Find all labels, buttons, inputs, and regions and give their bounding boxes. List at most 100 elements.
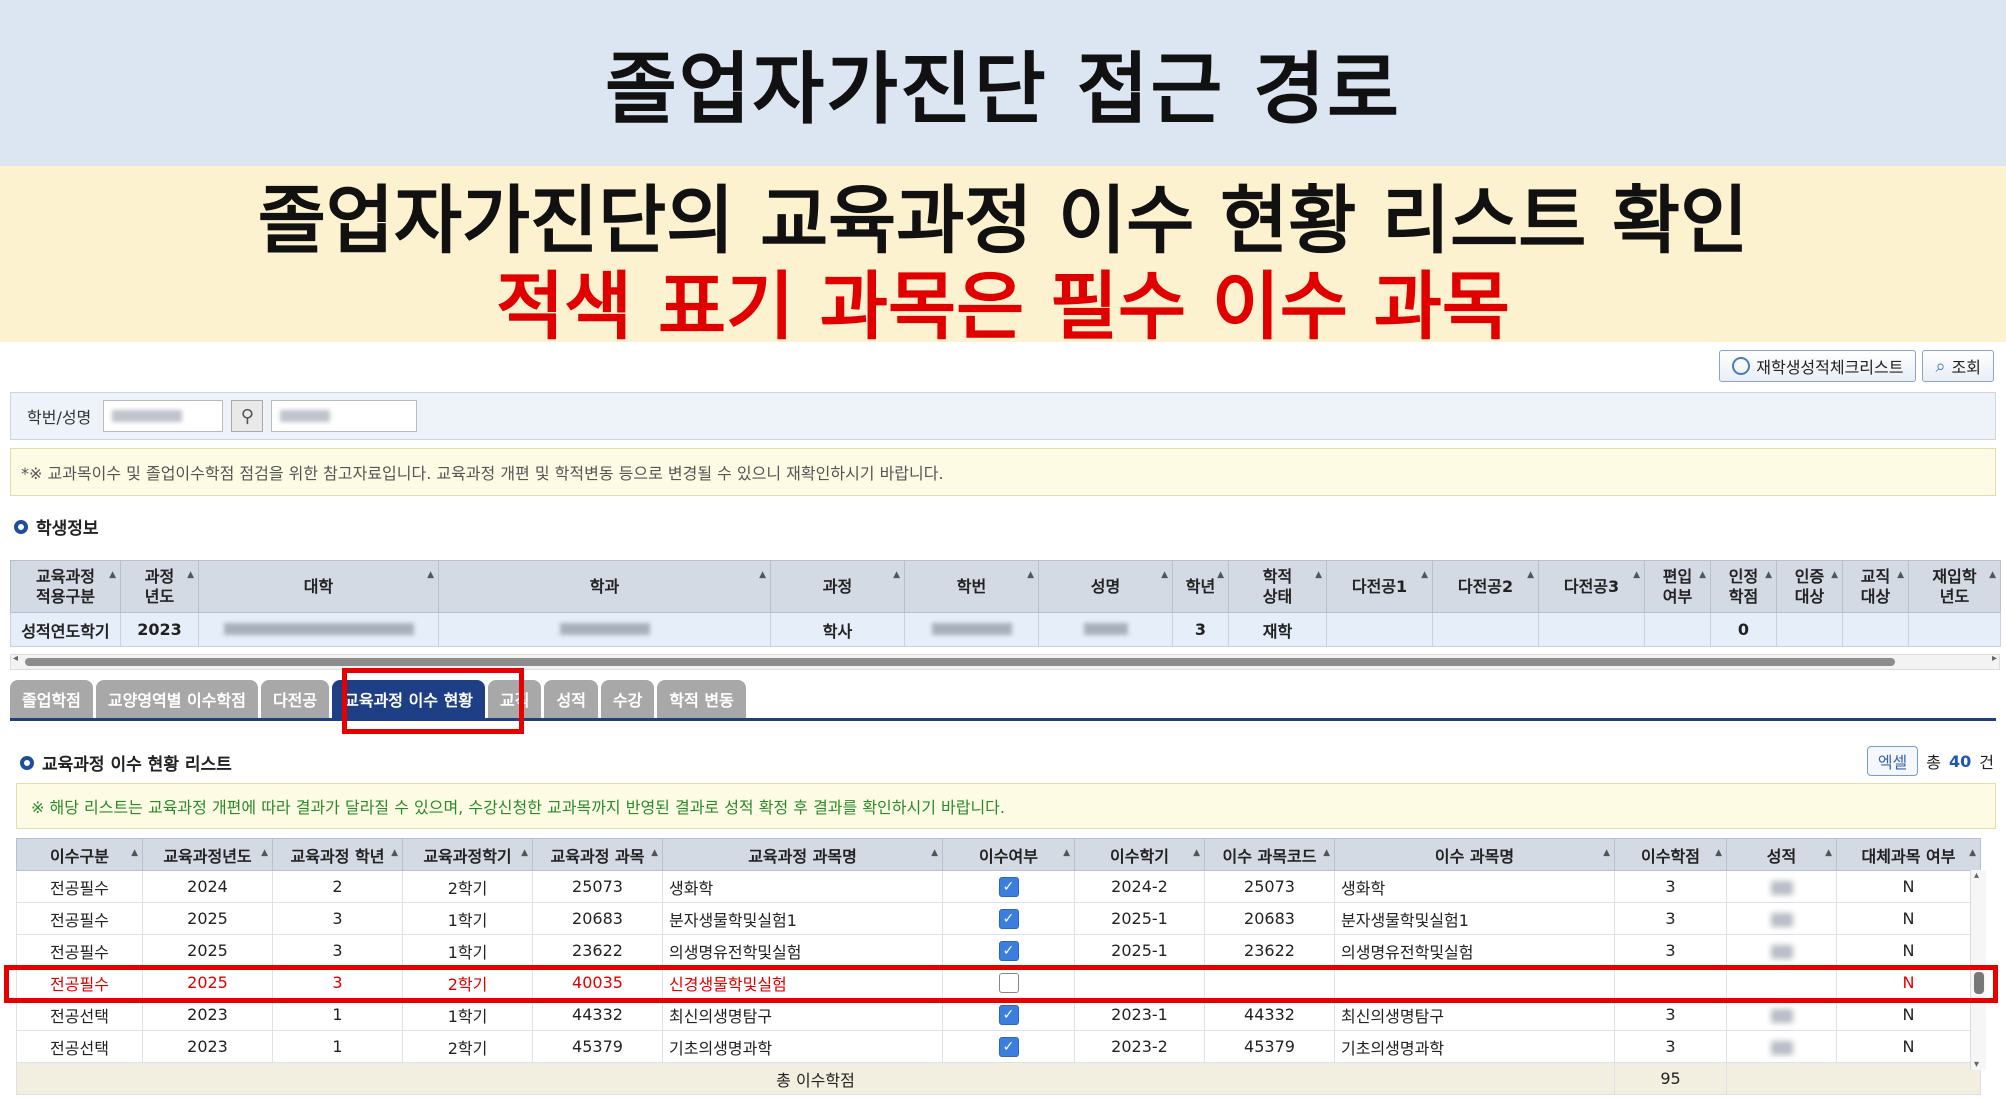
student-name-input[interactable] xyxy=(271,400,418,432)
title-banner: 졸업자가진단 접근 경로 xyxy=(0,0,2006,166)
magnifier-icon: ⚲ xyxy=(240,405,254,427)
cell-div: 전공필수 xyxy=(16,934,143,967)
curriculum-col-header[interactable]: 교육과정 학년 xyxy=(272,838,403,871)
list-notice: ※ 해당 리스트는 교육과정 개편에 따라 결과가 달라질 수 있으며, 수강신… xyxy=(16,783,1996,829)
student-data-row[interactable]: 성적연도학기 2023 학사 3 재학 0 xyxy=(10,612,2001,647)
scroll-up-icon[interactable]: ▴ xyxy=(1974,870,1979,881)
cell-cgrade: 3 xyxy=(272,902,403,935)
cell-credit: 3 xyxy=(1614,998,1727,1031)
search-bar: 학번/성명 ⚲ xyxy=(10,392,1996,440)
curriculum-col-header[interactable]: 교육과정 과목 xyxy=(532,838,663,871)
student-col-header[interactable]: 학번 xyxy=(904,560,1039,613)
table-row[interactable]: 전공필수 2025 3 1학기 20683 분자생물학및실험1 ✓ 2025-1 20683 분자… xyxy=(16,902,1981,935)
completion-checkbox[interactable]: ✓ xyxy=(998,1004,1019,1025)
scroll-down-icon[interactable]: ▾ xyxy=(1974,1059,1979,1070)
tab-item[interactable]: 교양영역별 이수학점 xyxy=(95,680,258,718)
checklist-button[interactable]: 재학생성적체크리스트 xyxy=(1719,350,1917,382)
teaching-target-cell xyxy=(1842,612,1909,647)
excel-button[interactable]: 엑셀 xyxy=(1866,746,1919,776)
student-col-header[interactable]: 편입 여부 xyxy=(1644,560,1711,613)
student-col-header[interactable]: 대학 xyxy=(198,560,439,613)
student-col-header[interactable]: 다전공3 xyxy=(1538,560,1645,613)
cell-credit: 3 xyxy=(1614,934,1727,967)
cell-name: 의생명유전학및실험 xyxy=(662,934,943,967)
cell-csem: 1학기 xyxy=(402,998,533,1031)
list-count-area: 엑셀 총 40 건 xyxy=(1866,746,1994,776)
student-id-label: 학번/성명 xyxy=(27,408,92,427)
student-id-cell xyxy=(904,612,1039,647)
student-col-header[interactable]: 성명 xyxy=(1038,560,1173,613)
curriculum-col-header[interactable]: 대체과목 여부 xyxy=(1836,838,1981,871)
major1-cell xyxy=(1326,612,1433,647)
curriculum-col-header[interactable]: 이수여부 xyxy=(942,838,1075,871)
total-label: 총 이수학점 xyxy=(16,1062,1615,1095)
cell-done: ✓ xyxy=(942,998,1075,1031)
tab-item[interactable]: 졸업학점 xyxy=(10,680,93,718)
student-col-header[interactable]: 과정 년도 xyxy=(120,560,199,613)
cell-cgrade: 1 xyxy=(272,998,403,1031)
grade-masked xyxy=(1770,1040,1793,1055)
student-col-header[interactable]: 교직 대상 xyxy=(1842,560,1909,613)
cell-cgrade: 3 xyxy=(272,934,403,967)
curriculum-col-header[interactable]: 교육과정학기 xyxy=(402,838,533,871)
table-row[interactable]: 전공선택 2023 1 2학기 45379 기초의생명과학 ✓ 2023-2 45379 기초의생… xyxy=(16,1030,1981,1063)
checklist-button-label: 재학생성적체크리스트 xyxy=(1756,358,1904,377)
total-suffix: 건 xyxy=(1979,753,1994,772)
course-type-cell: 성적연도학기 xyxy=(10,612,121,647)
completion-checkbox[interactable]: ✓ xyxy=(998,940,1019,961)
grade-masked xyxy=(1770,880,1793,895)
curriculum-col-header[interactable]: 교육과정년도 xyxy=(142,838,273,871)
cell-cyear: 2025 xyxy=(142,902,273,935)
department-cell xyxy=(438,612,771,647)
major3-cell xyxy=(1538,612,1645,647)
table-row[interactable]: 전공필수 2024 2 2학기 25073 생화학 ✓ 2024-2 25073 생화학 3 N xyxy=(16,870,1981,903)
curriculum-col-header[interactable]: 이수구분 xyxy=(16,838,143,871)
curriculum-col-header[interactable]: 이수 과목명 xyxy=(1334,838,1615,871)
cell-credit: 3 xyxy=(1614,902,1727,935)
student-col-header[interactable]: 다전공1 xyxy=(1326,560,1433,613)
student-col-header[interactable]: 학년 xyxy=(1172,560,1229,613)
completion-checkbox[interactable]: ✓ xyxy=(998,876,1019,897)
completion-checkbox[interactable]: ✓ xyxy=(998,1036,1019,1057)
grade-masked xyxy=(1770,1008,1793,1023)
student-col-header[interactable]: 학과 xyxy=(438,560,771,613)
student-col-header[interactable]: 재입학 년도 xyxy=(1908,560,2001,613)
scroll-left-icon[interactable]: ◂ xyxy=(13,653,18,664)
student-col-header[interactable]: 인정 학점 xyxy=(1710,560,1777,613)
tab-item[interactable]: 수강 xyxy=(600,680,655,718)
student-col-header[interactable]: 다전공2 xyxy=(1432,560,1539,613)
cell-tcode: 23622 xyxy=(1204,934,1335,967)
table-row[interactable]: 전공필수 2025 3 1학기 23622 의생명유전학및실험 ✓ 2025-1 23622 의생… xyxy=(16,934,1981,967)
horizontal-scrollbar[interactable]: ◂ ▸ xyxy=(10,653,2000,670)
tab-item[interactable]: 다전공 xyxy=(260,680,330,718)
recognized-credit-cell: 0 xyxy=(1710,612,1777,647)
table-row[interactable]: 전공선택 2023 1 1학기 44332 최신의생명탐구 ✓ 2023-1 44332 최신의생… xyxy=(16,998,1981,1031)
scroll-right-icon[interactable]: ▸ xyxy=(1992,653,1997,664)
student-col-header[interactable]: 인증 대상 xyxy=(1776,560,1843,613)
tab-item[interactable]: 성적 xyxy=(544,680,598,718)
tab-item[interactable]: 학적 변동 xyxy=(657,680,746,718)
student-id-input[interactable] xyxy=(103,400,224,432)
cell-code: 25073 xyxy=(532,870,663,903)
curriculum-col-header[interactable]: 이수학기 xyxy=(1074,838,1205,871)
curriculum-col-header[interactable]: 성적 xyxy=(1726,838,1837,871)
cell-grade xyxy=(1726,998,1837,1031)
student-col-header[interactable]: 학적 상태 xyxy=(1228,560,1327,613)
scroll-thumb[interactable] xyxy=(25,658,1895,666)
search-button[interactable]: ⌕ 조회 xyxy=(1922,350,1994,382)
student-col-header[interactable]: 과정 xyxy=(770,560,905,613)
cell-sub: N xyxy=(1836,998,1981,1031)
student-col-header[interactable]: 교육과정 적용구분 xyxy=(10,560,121,613)
grade-masked xyxy=(1770,912,1793,927)
curriculum-col-header[interactable]: 이수 과목코드 xyxy=(1204,838,1335,871)
cell-grade xyxy=(1726,1030,1837,1063)
cell-sub: N xyxy=(1836,934,1981,967)
curriculum-col-header[interactable]: 이수학점 xyxy=(1614,838,1727,871)
curriculum-col-header[interactable]: 교육과정 과목명 xyxy=(662,838,943,871)
completion-checkbox[interactable]: ✓ xyxy=(998,908,1019,929)
subtitle-banner: 졸업자가진단의 교육과정 이수 현황 리스트 확인 적색 표기 과목은 필수 이… xyxy=(0,166,2006,350)
refresh-icon xyxy=(1732,357,1751,375)
cell-name: 생화학 xyxy=(662,870,943,903)
grade-masked xyxy=(1770,944,1793,959)
student-lookup-button[interactable]: ⚲ xyxy=(231,400,264,432)
